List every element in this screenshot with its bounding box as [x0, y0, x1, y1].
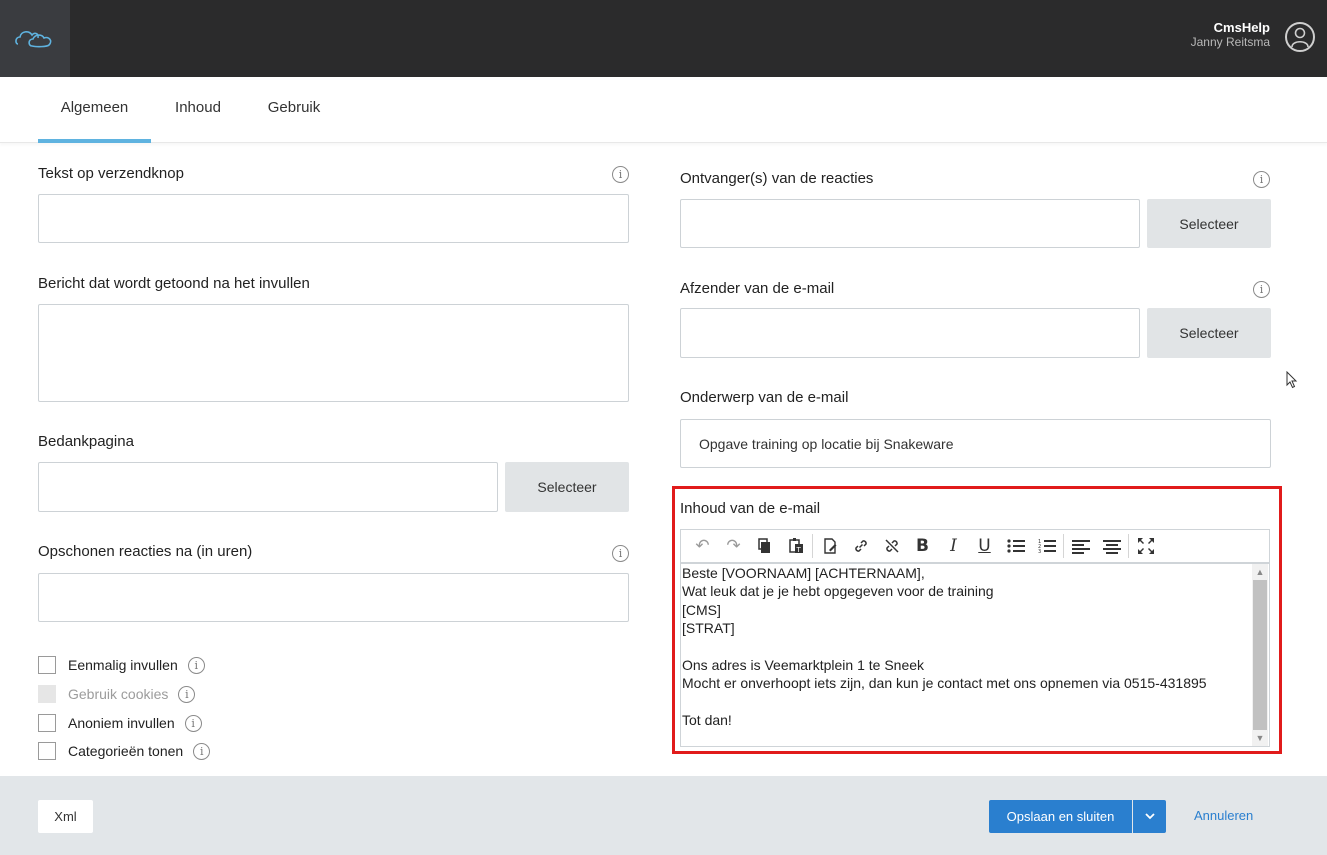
- checkbox[interactable]: [38, 714, 56, 732]
- checkbox: [38, 685, 56, 703]
- editor-line: [STRAT]: [682, 620, 735, 637]
- save-options-dropdown[interactable]: [1133, 800, 1166, 833]
- sender-label: Afzender van de e-mail: [680, 280, 835, 297]
- recipients-label: Ontvanger(s) van de reacties: [680, 170, 874, 187]
- checkbox[interactable]: [38, 742, 56, 760]
- info-icon[interactable]: i: [184, 714, 202, 732]
- subject-input[interactable]: Opgave training op locatie bij Snakeware: [680, 419, 1271, 468]
- subject-label: Onderwerp van de e-mail: [680, 389, 849, 406]
- editor-line: Wat leuk dat je je hebt opgegeven voor d…: [682, 583, 994, 600]
- app-name: CmsHelp: [1213, 20, 1270, 35]
- recipients-input[interactable]: [680, 199, 1140, 248]
- info-icon[interactable]: i: [1253, 171, 1270, 188]
- maximize-icon[interactable]: [1130, 531, 1161, 561]
- toolbar-separator: [1063, 534, 1064, 558]
- checkbox-label: Anoniem invullen: [68, 715, 175, 731]
- submit-text-label: Tekst op verzendknop: [38, 165, 184, 182]
- content-label: Inhoud van de e-mail: [680, 500, 821, 517]
- info-icon[interactable]: i: [612, 166, 629, 183]
- logo[interactable]: [0, 0, 70, 77]
- xml-button[interactable]: Xml: [38, 800, 93, 833]
- tab-bar: Algemeen Inhoud Gebruik: [0, 77, 1327, 143]
- bold-icon[interactable]: B: [907, 531, 938, 561]
- paste-text-icon[interactable]: T: [780, 531, 811, 561]
- editor-line: Tot dan!: [682, 712, 732, 729]
- align-center-icon[interactable]: [1096, 531, 1127, 561]
- bullet-list-icon[interactable]: [1000, 531, 1031, 561]
- editor-toolbar: ↶ ↷ T B I U 123: [680, 529, 1270, 563]
- message-after-textarea[interactable]: [38, 304, 629, 402]
- submit-text-input[interactable]: [38, 194, 629, 243]
- checkbox-label: Eenmalig invullen: [68, 657, 178, 673]
- email-content-editor[interactable]: Beste [VOORNAAM] [ACHTERNAAM], Wat leuk …: [680, 563, 1270, 747]
- checkbox-label: Categorieën tonen: [68, 743, 184, 759]
- message-after-label: Bericht dat wordt getoond na het invulle…: [38, 275, 310, 292]
- editor-line: Ons adres is Veemarktplein 1 te Sneek: [682, 656, 925, 673]
- sender-input[interactable]: [680, 308, 1140, 358]
- checkbox-row-eenmalig[interactable]: Eenmalig invullen i: [38, 655, 205, 675]
- info-icon[interactable]: i: [193, 742, 211, 760]
- info-icon[interactable]: i: [1253, 281, 1270, 298]
- editor-content[interactable]: Beste [VOORNAAM] [ACHTERNAAM], Wat leuk …: [681, 564, 1253, 730]
- editor-line: Mocht er onverhoopt iets zijn, dan kun j…: [682, 675, 1207, 692]
- thanks-page-input[interactable]: [38, 462, 498, 512]
- checkbox-row-cookies: Gebruik cookies i: [38, 684, 196, 704]
- unlink-icon[interactable]: [876, 531, 907, 561]
- cloud-logo-icon: [15, 30, 52, 47]
- tab-inhoud[interactable]: Inhoud: [166, 77, 230, 143]
- editor-scrollbar[interactable]: ▲ ▼: [1252, 564, 1268, 746]
- checkbox-row-anoniem[interactable]: Anoniem invullen i: [38, 713, 202, 733]
- checkbox[interactable]: [38, 656, 56, 674]
- user-avatar-icon[interactable]: [1285, 22, 1315, 52]
- svg-text:T: T: [795, 546, 801, 554]
- recipients-select-button[interactable]: Selecteer: [1147, 199, 1271, 248]
- cleanup-input[interactable]: [38, 573, 629, 622]
- info-icon[interactable]: i: [612, 545, 629, 562]
- clean-format-icon[interactable]: [814, 531, 845, 561]
- chevron-down-icon: [1144, 813, 1155, 820]
- toolbar-separator: [1128, 534, 1129, 558]
- user-name: Janny Reitsma: [1190, 35, 1270, 49]
- tab-gebruik[interactable]: Gebruik: [259, 77, 329, 143]
- tab-algemeen[interactable]: Algemeen: [38, 77, 151, 143]
- undo-icon[interactable]: ↶: [687, 531, 718, 561]
- mouse-cursor-icon: [1286, 371, 1298, 389]
- link-icon[interactable]: [845, 531, 876, 561]
- numbered-list-icon[interactable]: 123: [1031, 531, 1062, 561]
- thanks-page-select-button[interactable]: Selecteer: [505, 462, 629, 512]
- scroll-down-icon[interactable]: ▼: [1252, 730, 1268, 746]
- save-and-close-button[interactable]: Opslaan en sluiten: [989, 800, 1132, 833]
- user-info: CmsHelp Janny Reitsma: [1191, 20, 1270, 50]
- underline-icon[interactable]: U: [969, 531, 1000, 561]
- editor-line: Beste [VOORNAAM] [ACHTERNAAM],: [682, 565, 925, 581]
- cancel-button[interactable]: Annuleren: [1194, 808, 1253, 823]
- scroll-up-icon[interactable]: ▲: [1252, 564, 1268, 580]
- checkbox-row-categorieen[interactable]: Categorieën tonen i: [38, 741, 211, 761]
- svg-text:3: 3: [1038, 549, 1041, 554]
- align-left-icon[interactable]: [1065, 531, 1096, 561]
- scroll-thumb[interactable]: [1253, 580, 1267, 730]
- editor-line: [CMS]: [682, 601, 721, 618]
- top-bar: CmsHelp Janny Reitsma: [0, 0, 1327, 77]
- redo-icon[interactable]: ↷: [718, 531, 749, 561]
- toolbar-separator: [812, 534, 813, 558]
- italic-icon[interactable]: I: [938, 531, 969, 561]
- copy-icon[interactable]: [749, 531, 780, 561]
- sender-select-button[interactable]: Selecteer: [1147, 308, 1271, 358]
- info-icon[interactable]: i: [187, 656, 205, 674]
- thanks-page-label: Bedankpagina: [38, 433, 134, 450]
- checkbox-label: Gebruik cookies: [68, 686, 169, 702]
- info-icon[interactable]: i: [178, 685, 196, 703]
- cleanup-label: Opschonen reacties na (in uren): [38, 543, 253, 560]
